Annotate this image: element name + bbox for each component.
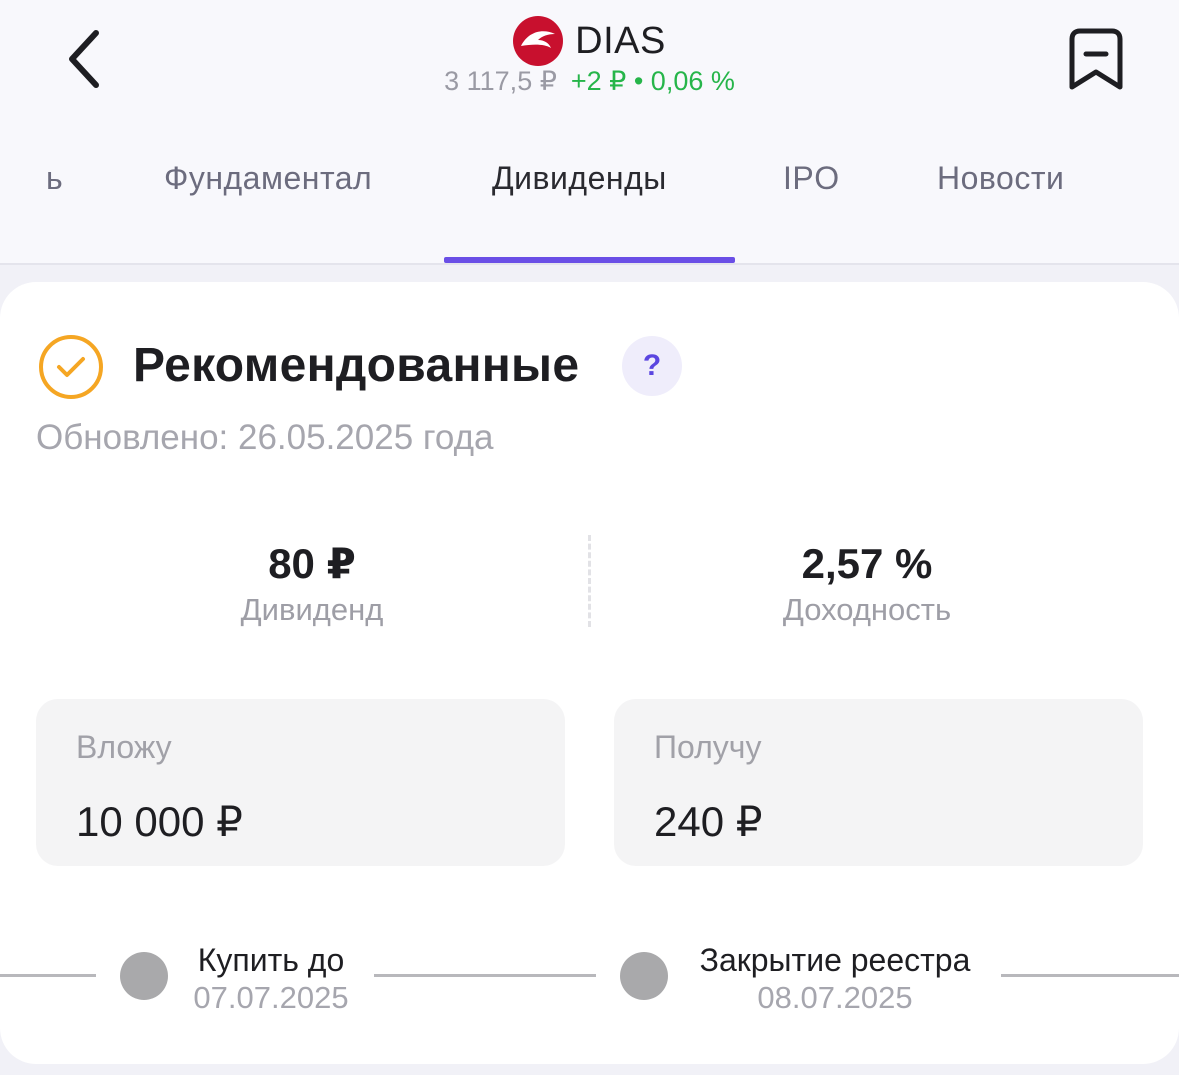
active-tab-indicator — [444, 257, 735, 263]
receive-field[interactable]: Получу 240 ₽ — [614, 699, 1143, 866]
help-button[interactable]: ? — [622, 336, 682, 396]
current-price: 3 117,5 ₽ — [444, 66, 557, 96]
timeline-title: Закрытие реестра — [699, 942, 971, 978]
timeline-item-buy-before: Купить до 07.07.2025 — [170, 941, 372, 1017]
check-circle-icon — [39, 335, 103, 399]
timeline-line — [0, 974, 96, 977]
dividend-label: Дивиденд — [240, 592, 384, 627]
tab-ipo[interactable]: IPO — [783, 160, 840, 197]
invest-field[interactable]: Вложу 10 000 ₽ — [36, 699, 565, 866]
tab-news[interactable]: Новости — [937, 160, 1064, 197]
timeline-item-registry-close: Закрытие реестра 08.07.2025 — [684, 941, 986, 1017]
timeline-dot — [120, 952, 168, 1000]
timeline-line — [1001, 974, 1179, 977]
dolphin-logo-icon — [513, 16, 564, 66]
tab-dividends[interactable]: Дивиденды — [492, 160, 667, 197]
bookmark-minus-icon — [1069, 28, 1123, 90]
timeline-dot — [620, 952, 668, 1000]
dividend-value: 80 ₽ — [268, 540, 356, 587]
price-line: 3 117,5 ₽ +2 ₽ • 0,06 % — [0, 66, 1179, 97]
yield-value: 2,57 % — [801, 540, 933, 587]
timeline-line — [374, 974, 596, 977]
bookmark-button[interactable] — [1060, 22, 1132, 98]
invest-value: 10 000 ₽ — [76, 798, 243, 845]
receive-value: 240 ₽ — [654, 798, 763, 845]
yield-label: Доходность — [782, 592, 952, 627]
timeline-date: 08.07.2025 — [757, 980, 913, 1015]
tab-fundamental[interactable]: Фундаментал — [164, 160, 372, 197]
metric-divider — [588, 535, 591, 627]
timeline-title: Купить до — [197, 942, 345, 978]
invest-label: Вложу — [76, 729, 172, 765]
tab-partial[interactable]: ь — [46, 160, 63, 197]
timeline-date: 07.07.2025 — [193, 980, 349, 1015]
card-title: Рекомендованные — [133, 339, 580, 392]
tab-bar: ь Фундаментал Дивиденды IPO Новости — [0, 160, 1179, 220]
ticker-header: DIAS — [0, 16, 1179, 66]
yield-metric: 2,57 % Доходность — [667, 540, 1067, 630]
receive-label: Получу — [654, 729, 762, 765]
price-change: +2 ₽ • 0,06 % — [570, 66, 735, 96]
dividend-metric: 80 ₽ Дивиденд — [112, 540, 512, 630]
ticker-name: DIAS — [575, 19, 666, 62]
updated-date: Обновлено: 26.05.2025 года — [36, 418, 494, 457]
top-header: DIAS 3 117,5 ₽ +2 ₽ • 0,06 % ь Фундамент… — [0, 0, 1179, 265]
